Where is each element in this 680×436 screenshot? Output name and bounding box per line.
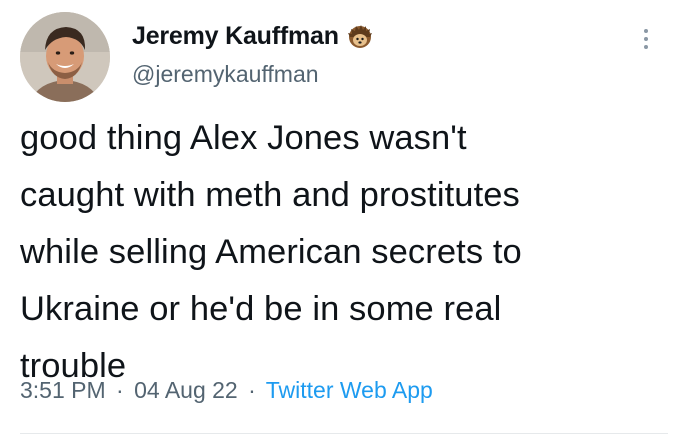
tweet-text-line: Ukraine or he'd be in some real — [20, 290, 502, 328]
display-name-text: Jeremy Kauffman — [132, 22, 339, 50]
meta-separator: · — [248, 377, 256, 403]
tweet-date[interactable]: 04 Aug 22 — [134, 377, 238, 403]
tweet-text: good thing Alex Jones wasn't caught with… — [20, 110, 670, 395]
meta-separator: · — [116, 377, 124, 403]
tweet-text-line: while selling American secrets to — [20, 233, 522, 271]
hedgehog-emoji-icon — [347, 24, 373, 50]
tweet-text-line: caught with meth and prostitutes — [20, 176, 520, 214]
source-app-link[interactable]: Twitter Web App — [266, 377, 433, 403]
tweet-card: Jeremy Kauffman @jeremykauffman good thi… — [0, 0, 680, 436]
tweet-metadata: 3:51 PM · 04 Aug 22 · Twitter Web App — [20, 377, 433, 404]
user-handle[interactable]: @jeremykauffman — [132, 61, 319, 88]
avatar[interactable] — [20, 12, 110, 102]
divider — [20, 433, 668, 434]
avatar-photo — [20, 12, 110, 102]
display-name[interactable]: Jeremy Kauffman — [132, 22, 373, 51]
tweet-time[interactable]: 3:51 PM — [20, 377, 106, 403]
more-options-icon[interactable] — [636, 24, 656, 54]
tweet-text-line: good thing Alex Jones wasn't — [20, 119, 467, 157]
